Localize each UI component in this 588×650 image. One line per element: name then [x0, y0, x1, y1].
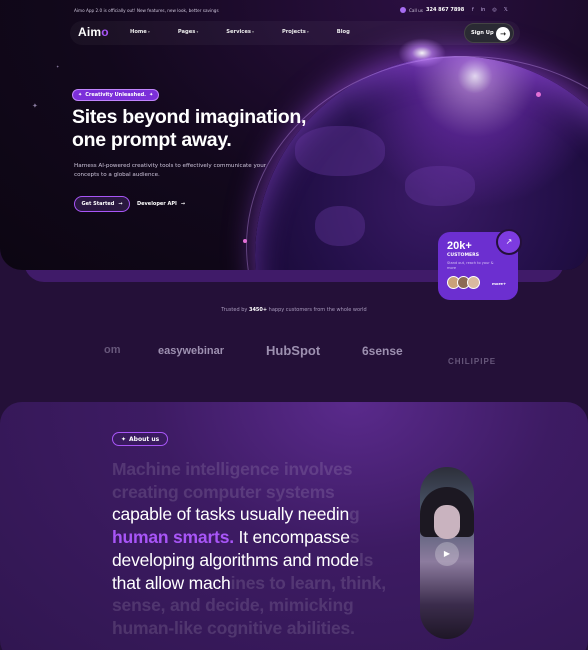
portrait-face [434, 505, 460, 539]
faded-text: Machine intelligence involves [112, 459, 353, 479]
faded-text: human-like cognitive abilities. [112, 617, 355, 638]
6sense-logo: 6sense [362, 344, 403, 358]
x-icon[interactable]: 𝕏 [504, 7, 508, 13]
faded-text: sense, and decide, mimicking [112, 595, 354, 616]
sparkle-icon: ✦ [121, 435, 127, 443]
call-label: Call us [409, 7, 423, 13]
announcement-bar: Aimo App 2.0 is officially out! New feat… [0, 0, 588, 20]
nav-projects[interactable]: Projects [282, 29, 309, 35]
signup-button[interactable]: Sign Up → [464, 23, 514, 43]
about-badge: ✦ About us [112, 432, 169, 446]
sparkle-icon: ✦ [32, 102, 38, 110]
get-started-button[interactable]: Get Started → [74, 196, 130, 212]
phone-icon [400, 7, 406, 13]
chilipiper-logo: CHILIPIPE [448, 357, 497, 366]
orbit-dot [243, 239, 247, 243]
call-info[interactable]: Call us 324 867 7898 [400, 7, 464, 13]
trusted-prefix: Trusted by [221, 307, 248, 313]
trusted-suffix: happy customers from the whole world [268, 307, 367, 313]
social-links: f in ◎ 𝕏 [472, 7, 508, 13]
hero-section: ✦ ✦ Aimo App 2.0 is officially out! New … [0, 0, 588, 270]
nav-home[interactable]: Home [130, 29, 150, 35]
linkedin-icon[interactable]: in [481, 7, 486, 13]
developer-api-label: Developer API [137, 201, 177, 207]
avatar-group [447, 276, 480, 289]
about-line: creating computer systems [112, 481, 412, 504]
hero-description: Harness AI-powered creativity tools to e… [74, 163, 267, 178]
customers-subtext: Stand out, reach to your & more [447, 261, 494, 270]
trusted-by-text: Trusted by 3450+ happy customers from th… [0, 307, 588, 313]
about-line: Machine intelligence involves [112, 458, 412, 481]
about-line: sense, and decide, mimicking [112, 594, 412, 617]
about-line: capable of tasks usually needing [112, 503, 412, 526]
facebook-icon[interactable]: f [472, 7, 474, 13]
sparkle-icon: ✦ [149, 92, 154, 98]
highlighted-text: It encompasse [233, 527, 350, 548]
avatar [467, 276, 480, 289]
about-line: developing algorithms and models [112, 549, 412, 572]
trusted-count: 3450+ [248, 307, 268, 313]
play-icon[interactable]: ▶ [435, 542, 459, 566]
orbit-ring [246, 56, 588, 270]
faded-text: g [349, 504, 360, 525]
client-logos: om easywebinar HubSpot 6sense CHILIPIPE [0, 340, 588, 366]
highlighted-text: developing algorithms and mode [112, 549, 359, 570]
hero-title: Sites beyond imagination, one prompt awa… [72, 106, 307, 151]
highlighted-text: capable of tasks usually needin [112, 504, 350, 525]
arrow-right-icon: → [118, 201, 123, 207]
faded-text: ines to learn, think, [230, 572, 386, 593]
logo-accent: o [101, 25, 109, 39]
faded-text: creating computer systems [112, 481, 335, 502]
about-line: human smarts. It encompasses [112, 526, 412, 549]
highlighted-text: that allow mach [112, 572, 231, 593]
hubspot-logo: HubSpot [266, 343, 321, 358]
nav-pages[interactable]: Pages [178, 29, 198, 35]
logo[interactable]: Aimo [78, 25, 109, 39]
customers-label: CUSTOMERS [447, 253, 480, 258]
customers-more: more+ [492, 281, 507, 286]
arrow-right-icon: → [496, 27, 510, 41]
faded-text: s [349, 527, 360, 548]
hero-badge: ✦ Creativity Unleashed. ✦ [72, 89, 160, 101]
about-line: human-like cognitive abilities. [112, 617, 412, 640]
phone-number: 324 867 7898 [425, 7, 465, 13]
easywebinar-logo: easywebinar [158, 345, 225, 357]
arrow-right-icon: → [180, 201, 186, 207]
nav-links: Home Pages Services Projects Blog [130, 29, 378, 35]
about-scroll-text: Machine intelligence involves creating c… [112, 458, 412, 640]
logo-text: Aim [78, 25, 102, 39]
instagram-icon[interactable]: ◎ [492, 7, 496, 13]
sparkle-icon: ✦ [78, 92, 83, 98]
sparkle-icon: ✦ [56, 64, 60, 69]
arrow-up-right-icon[interactable]: ↗ [496, 229, 522, 255]
developer-api-link[interactable]: Developer API → [137, 196, 185, 212]
get-started-label: Get Started [81, 201, 115, 207]
nav-services[interactable]: Services [226, 29, 254, 35]
orbit-dot [536, 92, 541, 97]
about-badge-label: About us [129, 435, 160, 443]
accent-text: human smarts. [112, 527, 234, 548]
nav-blog[interactable]: Blog [337, 29, 350, 35]
promo-text: Aimo App 2.0 is officially out! New feat… [74, 8, 219, 13]
hero-badge-label: Creativity Unleashed. [85, 92, 147, 98]
main-navbar: Aimo Home Pages Services Projects Blog S… [70, 21, 520, 45]
client-logo: om [104, 344, 121, 356]
signup-label: Sign Up [471, 30, 494, 36]
faded-text: ls [358, 549, 374, 570]
about-line: that allow machines to learn, think, [112, 572, 412, 595]
